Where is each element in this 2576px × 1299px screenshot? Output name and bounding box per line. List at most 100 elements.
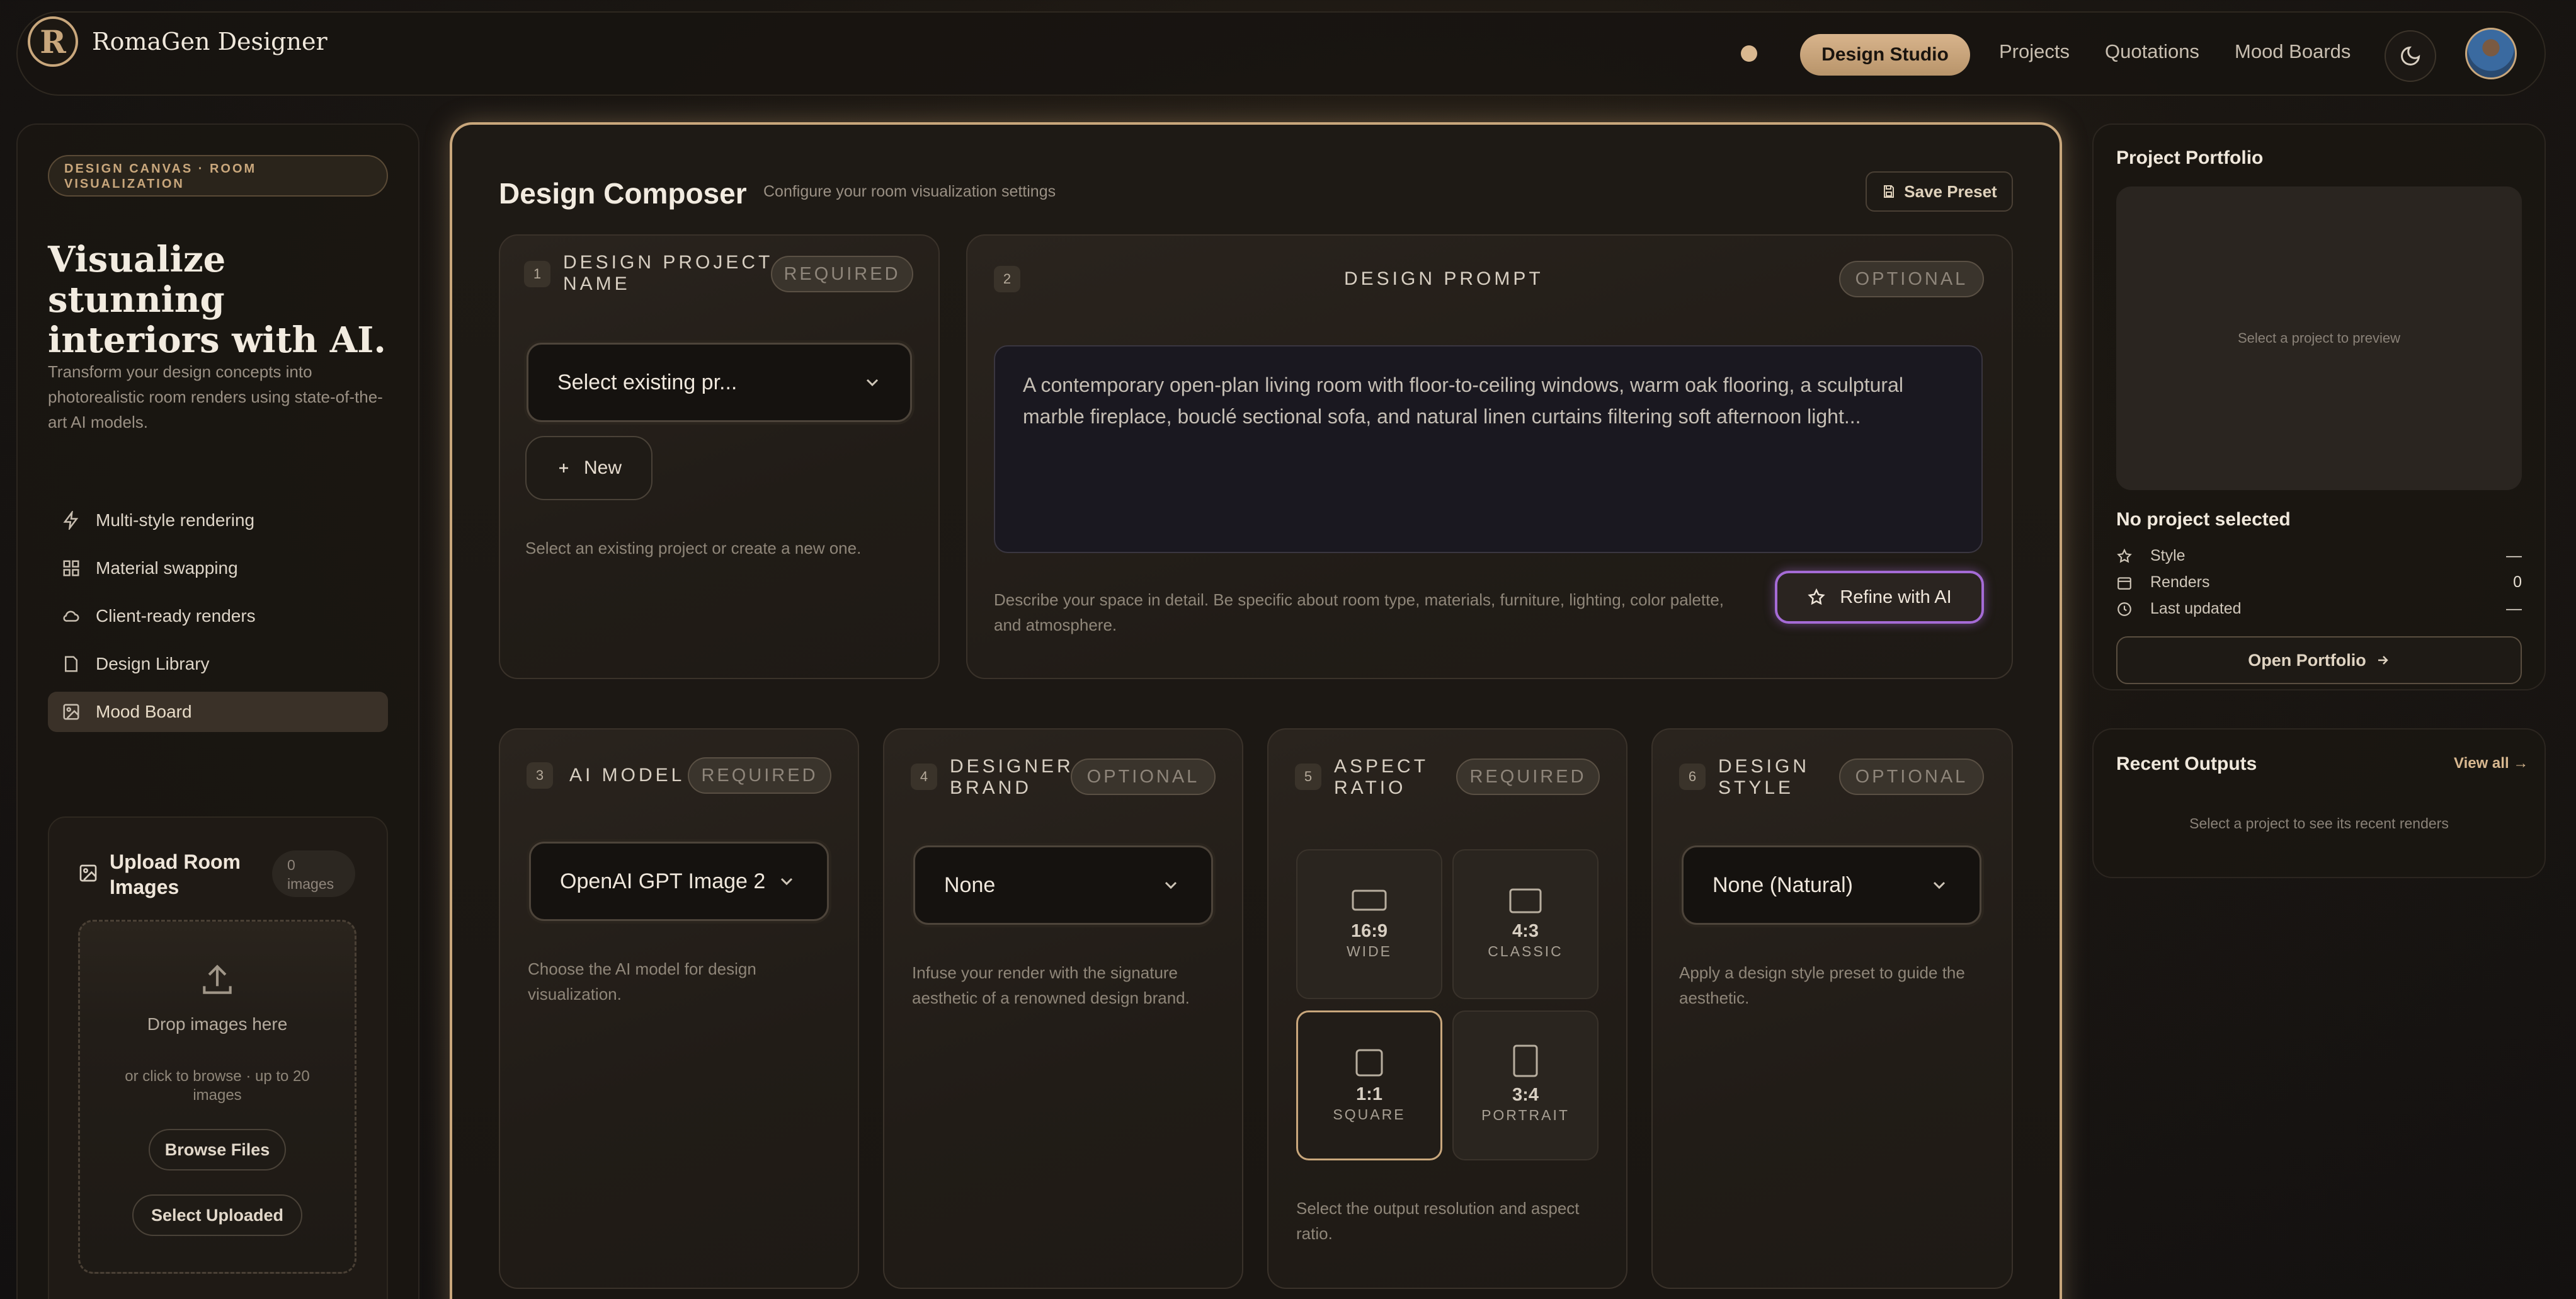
aspect-label: ASPECT RATIO xyxy=(1334,756,1428,799)
logo-icon[interactable]: R xyxy=(28,16,78,67)
portfolio-preview: Select a project to preview xyxy=(2116,186,2522,490)
label-line: RATIO xyxy=(1334,777,1406,798)
feature-label: Client-ready renders xyxy=(96,606,256,626)
style-select-value: None (Natural) xyxy=(1713,873,1853,897)
nav-mood-boards[interactable]: Mood Boards xyxy=(2235,40,2351,63)
nav-design-studio[interactable]: Design Studio xyxy=(1800,34,1970,76)
label-line: DESIGN PROJECT xyxy=(563,252,773,273)
recent-outputs-empty: Select a project to see its recent rende… xyxy=(2189,815,2449,832)
project-select-value: Select existing pr... xyxy=(557,370,738,394)
aspect-ratio-name: WIDE xyxy=(1346,943,1393,959)
plus-icon xyxy=(559,464,568,472)
portfolio-title: Project Portfolio xyxy=(2116,147,2264,168)
aspect-ratio-value: 16:9 xyxy=(1350,921,1388,941)
label-line: DESIGNER xyxy=(950,756,1074,777)
step-number: 6 xyxy=(1679,764,1706,790)
style-hint: Apply a design style preset to guide the… xyxy=(1679,963,1965,1007)
feature-label: Mood Board xyxy=(96,702,192,721)
select-uploaded-button[interactable]: Select Uploaded xyxy=(132,1194,302,1236)
recent-outputs-title: Recent Outputs xyxy=(2116,753,2257,774)
image-count-badge: 0 images xyxy=(272,850,355,897)
prompt-hint: Describe your space in detail. Be specif… xyxy=(994,590,1724,634)
project-label: DESIGN PROJECT NAME xyxy=(563,252,773,295)
project-status: No project selected xyxy=(2116,509,2291,530)
grid-icon xyxy=(63,560,79,576)
save-icon xyxy=(1884,185,1895,198)
hero-heading: Visualize stunning interiors with AI. xyxy=(48,239,388,360)
brand-label: DESIGNER BRAND xyxy=(950,756,1074,799)
logo-letter: R xyxy=(40,23,66,60)
image-count: 0 xyxy=(287,857,295,873)
brand-hint: Infuse your render with the signature ae… xyxy=(912,963,1190,1007)
optional-badge: OPTIONAL xyxy=(1071,758,1216,795)
arrow-right-icon: → xyxy=(2513,755,2529,772)
refine-with-ai-button[interactable]: Refine with AI xyxy=(1775,571,1984,624)
feature-label: Design Library xyxy=(96,654,210,673)
open-portfolio-button[interactable]: Open Portfolio xyxy=(2116,636,2522,684)
moon-icon xyxy=(2401,46,2420,66)
document-icon xyxy=(65,656,77,672)
label-line: BRAND xyxy=(950,777,1032,798)
brand-select-value: None xyxy=(944,873,996,897)
section-tag: DESIGN CANVAS · ROOM VISUALIZATION xyxy=(48,155,388,197)
save-preset-button[interactable]: Save Preset xyxy=(1866,171,2013,212)
image-count-label: images xyxy=(287,876,334,892)
upload-icon xyxy=(203,964,232,994)
user-avatar[interactable] xyxy=(2465,28,2517,79)
save-preset-label: Save Preset xyxy=(1904,181,1997,201)
last-updated-row: Last updated — xyxy=(2116,600,2522,618)
style-select[interactable]: None (Natural) xyxy=(1682,845,1981,925)
feature-multi-style-rendering[interactable]: Multi-style rendering xyxy=(48,500,388,541)
browse-files-button[interactable]: Browse Files xyxy=(149,1129,286,1170)
optional-badge: OPTIONAL xyxy=(1839,758,1984,795)
aspect-option-portrait[interactable]: 3:4 PORTRAIT xyxy=(1452,1010,1599,1160)
label-line: NAME xyxy=(563,273,630,294)
theme-toggle-button[interactable] xyxy=(2385,30,2436,82)
row-value: — xyxy=(2506,547,2522,564)
aspect-option-wide[interactable]: 16:9 WIDE xyxy=(1296,849,1442,999)
composer-title: Design Composer xyxy=(499,177,747,210)
required-badge: REQUIRED xyxy=(771,256,913,292)
style-row: Style — xyxy=(2116,547,2522,565)
row-value: 0 xyxy=(2513,573,2522,591)
project-select[interactable]: Select existing pr... xyxy=(527,343,912,422)
nav-quotations[interactable]: Quotations xyxy=(2105,40,2199,63)
nav-projects[interactable]: Projects xyxy=(1999,40,2070,63)
chevron-down-icon xyxy=(1933,881,1946,890)
clock-icon xyxy=(2117,602,2131,616)
aspect-option-classic[interactable]: 4:3 CLASSIC xyxy=(1452,849,1599,999)
chevron-down-icon xyxy=(780,878,793,886)
aspect-option-square[interactable]: 1:1 SQUARE xyxy=(1296,1010,1442,1160)
feature-material-swapping[interactable]: Material swapping xyxy=(48,548,388,588)
label-line: ASPECT xyxy=(1334,756,1429,777)
feature-label: Multi-style rendering xyxy=(96,510,255,530)
feature-client-ready-renders[interactable]: Client-ready renders xyxy=(48,596,388,636)
step-number: 5 xyxy=(1295,764,1321,790)
view-all-link[interactable]: View all → xyxy=(2454,755,2528,772)
status-dot-icon xyxy=(1741,45,1757,62)
style-label: DESIGN STYLE xyxy=(1718,756,1809,799)
aspect-ratio-name: PORTRAIT xyxy=(1481,1107,1570,1123)
prompt-textarea[interactable]: A contemporary open-plan living room wit… xyxy=(994,345,1983,553)
open-portfolio-label: Open Portfolio xyxy=(2248,650,2366,670)
model-label: AI MODEL xyxy=(569,765,685,786)
image-icon xyxy=(79,864,97,882)
arrow-right-icon xyxy=(2378,656,2388,665)
feature-label: Material swapping xyxy=(96,558,238,578)
aspect-hint: Select the output resolution and aspect … xyxy=(1296,1199,1580,1243)
upload-title: Upload Room Images xyxy=(110,850,241,898)
cloud-icon xyxy=(63,610,79,622)
brand-select[interactable]: None xyxy=(913,845,1213,925)
feature-mood-board[interactable]: Mood Board xyxy=(48,692,388,732)
step-number: 1 xyxy=(524,261,550,287)
feature-design-library[interactable]: Design Library xyxy=(48,644,388,684)
view-all-label: View all xyxy=(2454,755,2509,772)
recent-outputs-panel xyxy=(2092,728,2546,878)
model-card xyxy=(499,728,859,1289)
model-select[interactable]: OpenAI GPT Image 2 xyxy=(529,842,829,921)
new-project-button[interactable]: New xyxy=(525,436,653,500)
chevron-down-icon xyxy=(1165,881,1177,890)
composer-subtitle: Configure your room visualization settin… xyxy=(763,183,1056,200)
aspect-ratio-value: 4:3 xyxy=(1512,921,1539,941)
row-label: Last updated xyxy=(2150,600,2242,617)
